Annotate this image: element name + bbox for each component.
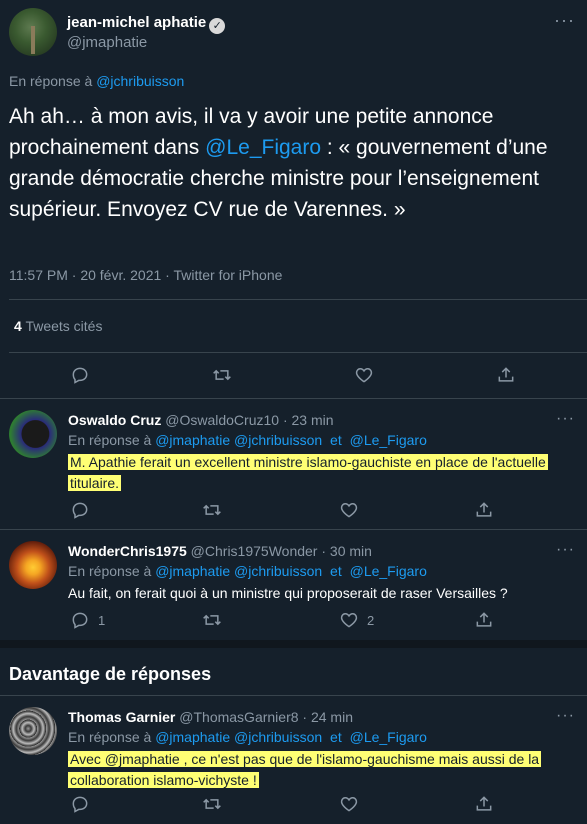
reply-context: En réponse à @jmaphatie @jchribuisson et…	[68, 432, 427, 448]
more-options-icon[interactable]: ···	[556, 410, 575, 428]
reply-button[interactable]: 1	[70, 610, 105, 630]
reply-actions-bar: 1 2	[0, 610, 587, 640]
reply-actions-bar	[0, 794, 587, 824]
section-separator	[0, 640, 587, 648]
reply-author-handle[interactable]: @ThomasGarnier8	[179, 709, 298, 725]
reply-prefix: En réponse à	[68, 563, 152, 579]
author-handle[interactable]: @jmaphatie	[67, 34, 147, 51]
reply-author-name[interactable]: WonderChris1975	[68, 543, 187, 559]
reply-prefix: En réponse à	[9, 73, 93, 89]
reply-context: En réponse à @jmaphatie @jchribuisson et…	[68, 729, 427, 745]
divider	[0, 695, 587, 696]
reply-prefix: En réponse à	[68, 432, 152, 448]
share-icon[interactable]	[474, 500, 494, 520]
reply-count: 1	[98, 612, 106, 628]
retweet-icon[interactable]	[202, 500, 222, 520]
divider	[0, 529, 587, 530]
reply-context: En réponse à @jchribuisson	[9, 73, 184, 89]
divider	[0, 398, 587, 399]
reply-header: WonderChris1975 @Chris1975Wonder · 30 mi…	[68, 543, 372, 559]
author-name-row[interactable]: jean-michel aphatie ✓	[67, 14, 226, 34]
reply-header: Thomas Garnier @ThomasGarnier8 · 24 min	[68, 709, 353, 725]
more-options-icon[interactable]: ···	[556, 707, 575, 725]
like-icon	[340, 612, 358, 628]
reply-actions-bar	[0, 500, 587, 530]
reply-text-container: M. Apathie ferait un excellent ministre …	[68, 452, 573, 494]
reply-avatar[interactable]	[9, 707, 57, 755]
divider	[9, 352, 587, 353]
reply-time[interactable]: · 24 min	[302, 709, 353, 725]
mention-link[interactable]: @jmaphatie	[155, 432, 230, 448]
reply-context: En réponse à @jmaphatie @jchribuisson et…	[68, 563, 427, 579]
mention-link[interactable]: @jmaphatie	[155, 563, 230, 579]
reply-text: Au fait, on ferait quoi à un ministre qu…	[68, 585, 508, 601]
retweet-icon[interactable]	[212, 365, 232, 385]
reply-icon[interactable]	[70, 500, 90, 520]
quote-tweets-link[interactable]: 4 Tweets cités	[14, 318, 102, 334]
reply-author-name[interactable]: Oswaldo Cruz	[68, 412, 161, 428]
author-avatar[interactable]	[9, 8, 57, 56]
like-icon[interactable]	[339, 794, 359, 814]
mention-link[interactable]: @Le_Figaro	[350, 729, 427, 745]
mention-link[interactable]: @jmaphatie	[155, 729, 230, 745]
reply-author-handle[interactable]: @OswaldoCruz10	[165, 412, 279, 428]
like-button[interactable]: 2	[339, 610, 374, 630]
quote-label: Tweets cités	[25, 318, 103, 334]
reply-text-container: Avec @jmaphatie , ce n'est pas que de l'…	[68, 749, 573, 791]
reply-avatar[interactable]	[9, 410, 57, 458]
like-icon[interactable]	[354, 365, 374, 385]
tweet-mention-link[interactable]: @Le_Figaro	[205, 136, 321, 159]
reply-mention-link[interactable]: @jchribuisson	[96, 73, 184, 89]
tweet-author-header: jean-michel aphatie ✓ @jmaphatie ···	[9, 8, 579, 58]
more-replies-heading: Davantage de réponses	[9, 664, 212, 684]
tweet-timestamp[interactable]: 11:57 PM · 20 févr. 2021 · Twitter for i…	[9, 267, 282, 283]
reply-time[interactable]: · 23 min	[283, 412, 334, 428]
tweet-text: Ah ah… à mon avis, il va y avoir une pet…	[9, 101, 569, 225]
reply-icon[interactable]	[70, 794, 90, 814]
divider	[9, 299, 587, 300]
reply-icon[interactable]	[70, 365, 90, 385]
reply-author-handle[interactable]: @Chris1975Wonder	[191, 543, 318, 559]
mention-link[interactable]: @Le_Figaro	[350, 563, 427, 579]
share-icon[interactable]	[474, 610, 494, 630]
tweet-actions-bar	[0, 365, 587, 395]
like-count: 2	[367, 612, 375, 628]
and-word: et	[330, 729, 342, 745]
verified-badge-icon: ✓	[209, 18, 226, 34]
reply-author-name[interactable]: Thomas Garnier	[68, 709, 175, 725]
author-name[interactable]: jean-michel aphatie	[67, 14, 206, 31]
mention-link[interactable]: @jchribuisson	[234, 729, 322, 745]
reply-time[interactable]: · 30 min	[321, 543, 372, 559]
reply-text: Avec @jmaphatie , ce n'est pas que de l'…	[68, 751, 542, 788]
quote-count: 4	[14, 318, 22, 334]
like-icon[interactable]	[339, 500, 359, 520]
reply-icon	[72, 612, 88, 629]
and-word: et	[330, 563, 342, 579]
mention-link[interactable]: @jchribuisson	[234, 563, 322, 579]
mention-link[interactable]: @Le_Figaro	[350, 432, 427, 448]
reply-text: M. Apathie ferait un excellent ministre …	[68, 454, 548, 491]
retweet-icon[interactable]	[202, 794, 222, 814]
share-icon[interactable]	[496, 365, 516, 385]
and-word: et	[330, 432, 342, 448]
mention-link[interactable]: @jchribuisson	[234, 432, 322, 448]
reply-prefix: En réponse à	[68, 729, 152, 745]
reply-avatar[interactable]	[9, 541, 57, 589]
share-icon[interactable]	[474, 794, 494, 814]
retweet-icon[interactable]	[202, 610, 222, 630]
more-options-icon[interactable]: ···	[554, 10, 575, 31]
more-options-icon[interactable]: ···	[556, 541, 575, 559]
reply-header: Oswaldo Cruz @OswaldoCruz10 · 23 min	[68, 412, 334, 428]
